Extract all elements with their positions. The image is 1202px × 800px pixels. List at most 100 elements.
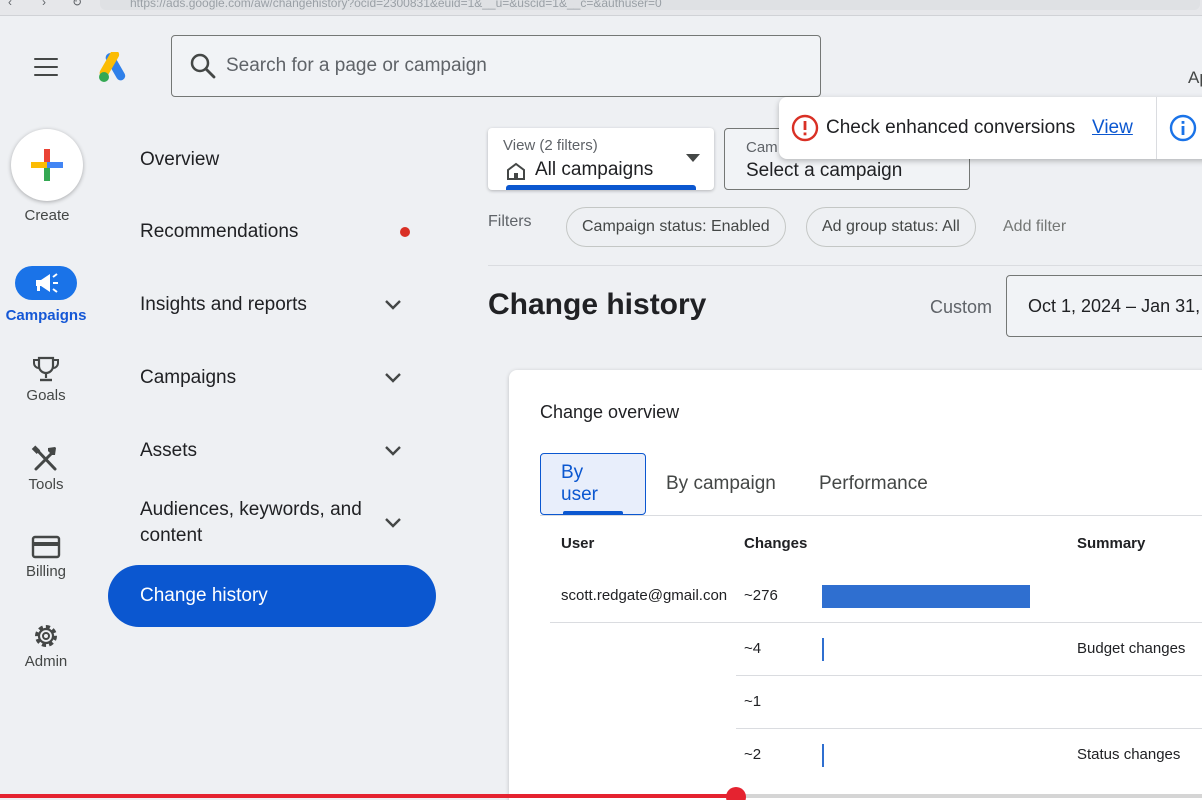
tab-performance[interactable]: Performance	[819, 453, 928, 515]
column-header-changes[interactable]: Changes	[744, 535, 807, 552]
notification-view-link[interactable]: View	[1092, 117, 1133, 139]
video-progress-bar[interactable]	[0, 787, 1202, 800]
browser-url-bar[interactable]: ‹ › ↻ https://ads.google.com/aw/changehi…	[0, 0, 1202, 16]
create-label: Create	[24, 207, 70, 224]
table-row[interactable]: ~1	[550, 676, 1202, 729]
user-cell: scott.redgate@gmail.con	[561, 587, 728, 604]
rail-item-tools[interactable]: Tools	[0, 445, 92, 493]
rail-item-goals[interactable]: Goals	[0, 356, 92, 404]
changes-cell: ~276	[744, 587, 778, 604]
enhanced-conversions-notification: Check enhanced conversions View	[779, 97, 1202, 159]
nav-item-label: Assets	[140, 440, 198, 461]
filter-chip-campaign-status[interactable]: Campaign status: Enabled	[566, 207, 786, 247]
nav-item-overview[interactable]: Overview	[108, 129, 436, 191]
nav-item-insights-and-reports[interactable]: Insights and reports	[108, 274, 436, 336]
trophy-icon	[33, 356, 59, 382]
url-text: https://ads.google.com/aw/changehistory?…	[130, 0, 662, 10]
rail-item-label: Campaigns	[5, 307, 87, 324]
active-tab-indicator	[563, 511, 623, 514]
nav-item-audiences-keywords-content[interactable]: Audiences, keywords, and content	[108, 492, 436, 554]
nav-item-change-history[interactable]: Change history	[108, 565, 436, 627]
filters-label: Filters	[488, 213, 532, 230]
date-range-value: Oct 1, 2024 – Jan 31,	[1028, 296, 1201, 316]
chevron-down-icon	[385, 518, 401, 528]
dropdown-arrow-icon	[686, 154, 700, 162]
progress-remaining	[736, 794, 1202, 798]
date-range-picker[interactable]: Oct 1, 2024 – Jan 31,	[1006, 275, 1202, 337]
view-selector-underline	[506, 185, 696, 190]
rail-item-label: Goals	[26, 387, 66, 404]
rail-item-billing[interactable]: Billing	[0, 534, 92, 580]
rail-item-label: Tools	[28, 476, 64, 493]
changes-cell: ~1	[744, 693, 762, 710]
divider	[488, 265, 1202, 266]
tab-label: Performance	[819, 473, 928, 494]
google-ads-logo-icon[interactable]	[98, 52, 132, 82]
changes-bar	[822, 744, 824, 767]
rail-item-admin[interactable]: Admin	[0, 622, 92, 670]
card-title: Change overview	[540, 402, 680, 422]
reload-icon[interactable]: ↻	[72, 0, 82, 9]
campaign-selector-value: Select a campaign	[746, 160, 903, 181]
nav-item-label: Change history	[140, 585, 268, 606]
column-header-user[interactable]: User	[561, 535, 594, 552]
summary-cell: Budget changes	[1077, 640, 1186, 657]
table-row[interactable]: ~4 Budget changes	[550, 623, 1202, 676]
nav-item-recommendations[interactable]: Recommendations	[108, 201, 436, 263]
chevron-down-icon	[385, 446, 401, 456]
notification-dot	[400, 227, 410, 237]
page-title: Change history	[488, 288, 707, 321]
view-selector[interactable]: View (2 filters) All campaigns	[488, 128, 714, 190]
forward-icon[interactable]: ›	[42, 0, 46, 9]
table-row[interactable]: scott.redgate@gmail.con ~276	[550, 570, 1202, 623]
chevron-down-icon	[385, 300, 401, 310]
progress-scrubber-handle[interactable]	[726, 787, 746, 800]
tab-label: By campaign	[666, 473, 776, 494]
changes-cell: ~2	[744, 746, 762, 763]
date-range-label: Custom	[930, 297, 993, 317]
rail-active-pill	[15, 266, 77, 300]
change-overview-card: Change overview By user By campaign Perf…	[509, 370, 1202, 800]
changes-bar	[822, 638, 824, 661]
back-icon[interactable]: ‹	[8, 0, 12, 9]
megaphone-icon	[36, 273, 58, 293]
summary-cell: Status changes	[1077, 746, 1181, 763]
changes-cell: ~4	[744, 640, 762, 657]
credit-card-icon	[31, 535, 61, 559]
gear-icon	[35, 625, 57, 647]
menu-icon[interactable]	[34, 58, 58, 82]
column-header-summary[interactable]: Summary	[1077, 535, 1145, 552]
tab-by-user[interactable]: By user	[540, 453, 646, 515]
tools-icon	[31, 445, 57, 471]
rail-item-label: Admin	[24, 653, 68, 670]
main-content: View (2 filters) All campaigns Cam Selec…	[488, 118, 1202, 800]
nav-item-label: Campaigns	[140, 367, 237, 388]
changes-bar	[822, 585, 1030, 608]
progress-played	[0, 794, 736, 798]
error-icon	[791, 114, 819, 142]
search-icon	[190, 53, 216, 79]
tab-by-campaign[interactable]: By campaign	[666, 453, 776, 515]
rail-item-label: Billing	[25, 563, 67, 580]
search-input[interactable]	[226, 50, 806, 82]
notification-message: Check enhanced conversions	[826, 117, 1076, 138]
overview-tabs: By user By campaign Performance	[540, 453, 1202, 515]
nav-item-assets[interactable]: Assets	[108, 420, 436, 482]
nav-item-label: Overview	[140, 149, 220, 170]
filter-chip-ad-group-status[interactable]: Ad group status: All	[806, 207, 976, 247]
info-icon[interactable]	[1169, 114, 1197, 142]
nav-item-campaigns[interactable]: Campaigns	[108, 347, 436, 409]
rail-item-campaigns[interactable]: Campaigns	[0, 266, 92, 324]
account-label[interactable]: Ap	[1188, 68, 1202, 88]
add-filter-button[interactable]: Add filter	[1003, 218, 1066, 236]
building-icon	[507, 162, 525, 180]
plus-icon	[31, 149, 63, 181]
view-selector-value: All campaigns	[535, 159, 654, 180]
search-box[interactable]	[171, 35, 821, 97]
create-button[interactable]	[11, 129, 83, 201]
campaign-selector-label: Cam	[746, 139, 778, 156]
nav-item-label: Insights and reports	[140, 294, 307, 315]
table-row[interactable]: ~2 Status changes	[550, 729, 1202, 782]
view-selector-label: View (2 filters)	[503, 137, 598, 154]
nav-item-label: Audiences, keywords, and content	[140, 499, 362, 546]
